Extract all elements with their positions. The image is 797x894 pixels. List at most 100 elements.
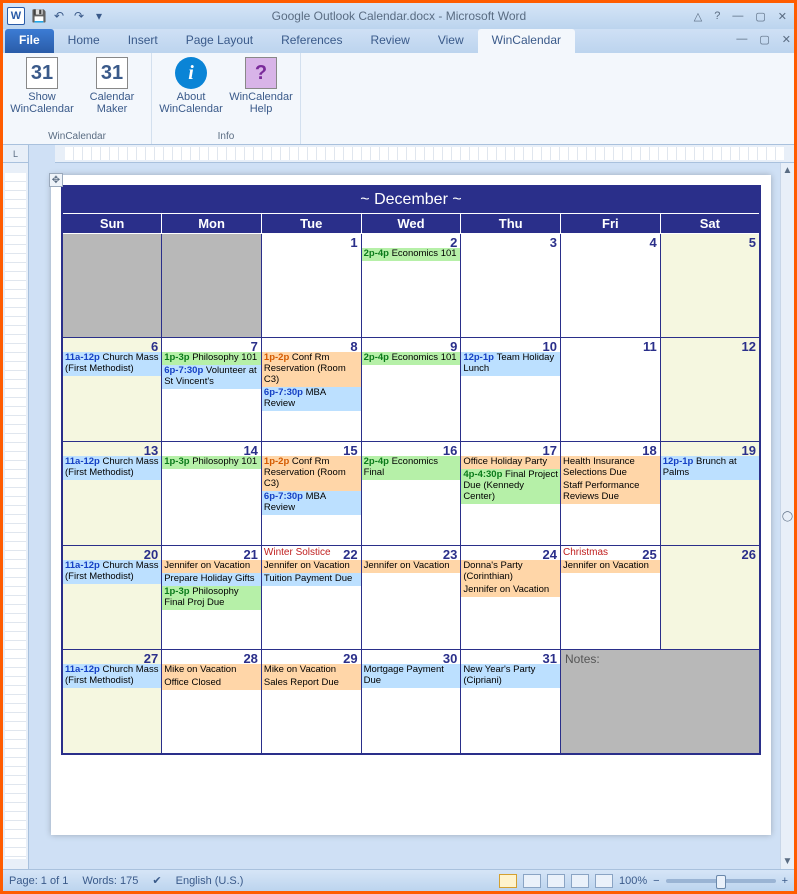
- calendar-cell[interactable]: [62, 234, 162, 338]
- view-outline-button[interactable]: [571, 874, 589, 888]
- calendar-event[interactable]: 11a-12p Church Mass (First Methodist): [63, 664, 161, 688]
- view-web-button[interactable]: [547, 874, 565, 888]
- show-wincalendar-button[interactable]: 31Show WinCalendar: [11, 57, 73, 115]
- calendar-event[interactable]: New Year's Party (Cipriani): [461, 664, 560, 688]
- zoom-in-icon[interactable]: +: [782, 875, 788, 887]
- tab-wincalendar[interactable]: WinCalendar: [478, 29, 575, 53]
- tab-home[interactable]: Home: [54, 29, 114, 53]
- document-scroll[interactable]: ✥ ~ December ~ SunMonTueWedThuFriSat 122…: [29, 163, 780, 869]
- calendar-cell[interactable]: 4: [561, 234, 661, 338]
- view-print-button[interactable]: [499, 874, 517, 888]
- qat-more-icon[interactable]: ▾: [91, 8, 107, 24]
- maximize-icon[interactable]: ▢: [752, 10, 768, 23]
- save-icon[interactable]: 💾: [31, 8, 47, 24]
- minimize-icon[interactable]: —: [729, 10, 746, 23]
- view-draft-button[interactable]: [595, 874, 613, 888]
- redo-icon[interactable]: ↷: [71, 8, 87, 24]
- ruler-vertical[interactable]: [3, 163, 29, 869]
- calendar-event[interactable]: 1p-2p Conf Rm Reservation (Room C3): [262, 456, 361, 491]
- calendar-cell[interactable]: 151p-2p Conf Rm Reservation (Room C3)6p-…: [261, 442, 361, 546]
- calendar-cell[interactable]: 22Winter SolsticeJennifer on VacationTui…: [261, 546, 361, 650]
- calendar-cell[interactable]: 12: [660, 338, 760, 442]
- calendar-event[interactable]: Tuition Payment Due: [262, 573, 361, 586]
- calendar-event[interactable]: 12p-1p Brunch at Palms: [661, 456, 759, 480]
- calendar-event[interactable]: 1p-3p Philosophy Final Proj Due: [162, 586, 261, 610]
- calendar-cell[interactable]: 23Jennifer on Vacation: [361, 546, 461, 650]
- calendar-event[interactable]: Donna's Party (Corinthian): [461, 560, 560, 584]
- calendar-event[interactable]: 6p-7:30p MBA Review: [262, 387, 361, 411]
- calendar-cell[interactable]: 30Mortgage Payment Due: [361, 650, 461, 754]
- calendar-cell[interactable]: 22p-4p Economics 101: [361, 234, 461, 338]
- calendar-cell[interactable]: 1912p-1p Brunch at Palms: [660, 442, 760, 546]
- help-button[interactable]: ?WinCalendar Help: [230, 57, 292, 115]
- calendar-cell[interactable]: 1: [261, 234, 361, 338]
- undo-icon[interactable]: ↶: [51, 8, 67, 24]
- calendar-cell[interactable]: 28Mike on VacationOffice Closed: [162, 650, 262, 754]
- calendar-cell[interactable]: 92p-4p Economics 101: [361, 338, 461, 442]
- calendar-cell[interactable]: 31New Year's Party (Cipriani): [461, 650, 561, 754]
- ribbon-min-icon[interactable]: △: [691, 10, 705, 23]
- calendar-event[interactable]: Health Insurance Selections Due: [561, 456, 660, 480]
- help-icon[interactable]: ?: [711, 10, 723, 23]
- calendar-cell[interactable]: 71p-3p Philosophy 1016p-7:30p Volunteer …: [162, 338, 262, 442]
- view-read-button[interactable]: [523, 874, 541, 888]
- mdi-min-icon[interactable]: —: [733, 33, 750, 53]
- calendar-event[interactable]: Jennifer on Vacation: [461, 584, 560, 597]
- calendar-event[interactable]: Office Closed: [162, 677, 261, 690]
- about-button[interactable]: iAbout WinCalendar: [160, 57, 222, 115]
- calendar-event[interactable]: 6p-7:30p MBA Review: [262, 491, 361, 515]
- calendar-cell[interactable]: 81p-2p Conf Rm Reservation (Room C3)6p-7…: [261, 338, 361, 442]
- tab-review[interactable]: Review: [356, 29, 423, 53]
- calendar-event[interactable]: 11a-12p Church Mass (First Methodist): [63, 560, 161, 584]
- calendar-event[interactable]: 6p-7:30p Volunteer at St Vincent's: [162, 365, 261, 389]
- calendar-cell[interactable]: 26: [660, 546, 760, 650]
- tab-view[interactable]: View: [424, 29, 478, 53]
- calendar-event[interactable]: 11a-12p Church Mass (First Methodist): [63, 456, 161, 480]
- proofing-icon[interactable]: ✔: [152, 874, 161, 887]
- calendar-cell[interactable]: 11: [561, 338, 661, 442]
- calendar-cell[interactable]: 17Office Holiday Party4p-4:30p Final Pro…: [461, 442, 561, 546]
- calendar-cell[interactable]: 3: [461, 234, 561, 338]
- calendar-event[interactable]: 4p-4:30p Final Project Due (Kennedy Cent…: [461, 469, 560, 504]
- calendar-event[interactable]: Mortgage Payment Due: [362, 664, 461, 688]
- calendar-event[interactable]: 2p-4p Economics 101: [362, 248, 461, 261]
- status-page[interactable]: Page: 1 of 1: [9, 875, 68, 887]
- tab-insert[interactable]: Insert: [114, 29, 172, 53]
- close-icon[interactable]: ✕: [775, 10, 790, 23]
- calendar-cell[interactable]: 162p-4p Economics Final: [361, 442, 461, 546]
- zoom-slider[interactable]: [666, 879, 776, 883]
- calendar-event[interactable]: 1p-2p Conf Rm Reservation (Room C3): [262, 352, 361, 387]
- calendar-event[interactable]: 1p-3p Philosophy 101: [162, 352, 261, 365]
- calendar-cell[interactable]: 141p-3p Philosophy 101: [162, 442, 262, 546]
- calendar-cell[interactable]: 18Health Insurance Selections DueStaff P…: [561, 442, 661, 546]
- scrollbar-vertical[interactable]: ▲◯▼: [780, 163, 794, 869]
- tab-references[interactable]: References: [267, 29, 356, 53]
- calendar-cell[interactable]: 1311a-12p Church Mass (First Methodist): [62, 442, 162, 546]
- calendar-table[interactable]: ~ December ~ SunMonTueWedThuFriSat 122p-…: [61, 185, 761, 755]
- word-icon[interactable]: W: [7, 7, 25, 25]
- calendar-cell[interactable]: 25ChristmasJennifer on Vacation: [561, 546, 661, 650]
- ruler-horizontal[interactable]: [55, 145, 794, 163]
- calendar-cell[interactable]: Notes:: [561, 650, 760, 754]
- object-browse-icon[interactable]: ◯: [782, 511, 793, 522]
- calendar-event[interactable]: Sales Report Due: [262, 677, 361, 690]
- mdi-max-icon[interactable]: ▢: [756, 33, 772, 53]
- document-page[interactable]: ✥ ~ December ~ SunMonTueWedThuFriSat 122…: [51, 175, 771, 835]
- calendar-cell[interactable]: 611a-12p Church Mass (First Methodist): [62, 338, 162, 442]
- mdi-close-icon[interactable]: ✕: [779, 33, 794, 53]
- calendar-cell[interactable]: 29Mike on VacationSales Report Due: [261, 650, 361, 754]
- tab-file[interactable]: File: [5, 29, 54, 53]
- tab-page-layout[interactable]: Page Layout: [172, 29, 267, 53]
- calendar-cell[interactable]: 1012p-1p Team Holiday Lunch: [461, 338, 561, 442]
- calendar-event[interactable]: Prepare Holiday Gifts: [162, 573, 261, 586]
- calendar-event[interactable]: 2p-4p Economics Final: [362, 456, 461, 480]
- table-handle-icon[interactable]: ✥: [49, 173, 63, 187]
- calendar-cell[interactable]: 21Jennifer on VacationPrepare Holiday Gi…: [162, 546, 262, 650]
- status-language[interactable]: English (U.S.): [176, 875, 244, 887]
- zoom-level[interactable]: 100%: [619, 875, 647, 887]
- calendar-cell[interactable]: 5: [660, 234, 760, 338]
- calendar-cell[interactable]: 2711a-12p Church Mass (First Methodist): [62, 650, 162, 754]
- calendar-event[interactable]: 2p-4p Economics 101: [362, 352, 461, 365]
- calendar-cell[interactable]: 24Donna's Party (Corinthian)Jennifer on …: [461, 546, 561, 650]
- calendar-event[interactable]: 11a-12p Church Mass (First Methodist): [63, 352, 161, 376]
